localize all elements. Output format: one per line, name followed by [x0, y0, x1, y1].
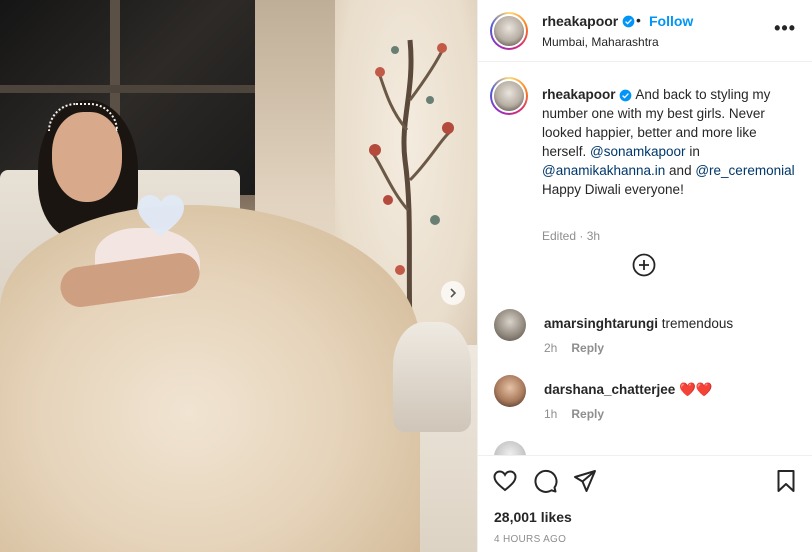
comments-scroll-area[interactable]: rheakapoor And back to styling my number… [478, 63, 812, 455]
comment-meta: 1h Reply [544, 407, 604, 421]
follow-button[interactable]: Follow [649, 13, 693, 29]
comment-button[interactable] [532, 468, 558, 494]
author-username-row: rheakapoor [542, 13, 635, 29]
post-side-panel: rheakapoor • Follow Mumbai, Maharashtra … [477, 0, 812, 552]
separator-dot: • [636, 12, 641, 28]
carousel-next-button[interactable] [441, 281, 465, 305]
chevron-right-icon [450, 288, 457, 298]
like-button[interactable] [492, 468, 518, 494]
commenter-avatar[interactable] [494, 441, 526, 455]
post-location[interactable]: Mumbai, Maharashtra [542, 35, 659, 49]
photo-window-frame [0, 85, 260, 93]
comment-time: 1h [544, 407, 558, 421]
post-actions: 28,001 likes 4 HOURS AGO [478, 455, 812, 552]
caption-body: Happy Diwali everyone! [542, 182, 684, 197]
commenter-username[interactable]: amarsinghtarungi [544, 316, 658, 331]
mention-link[interactable]: @sonamkapoor [590, 144, 686, 159]
share-button[interactable] [572, 468, 598, 494]
likes-count[interactable]: 28,001 likes [494, 509, 572, 525]
commenter-avatar[interactable] [494, 375, 526, 407]
bookmark-icon [777, 470, 795, 492]
comment-meta: 2h Reply [544, 341, 604, 355]
verified-badge-icon [622, 15, 635, 27]
caption-body: in [689, 144, 700, 159]
heart-icon [493, 470, 517, 492]
caption-meta: Edited · 3h [542, 229, 601, 243]
post-photo[interactable] [0, 0, 477, 552]
load-more-comments-button[interactable] [632, 253, 656, 277]
photo-dress [0, 205, 420, 552]
plus-circle-icon [632, 253, 656, 277]
commenter-username[interactable]: darshana_chatterjee [544, 382, 675, 397]
share-icon [574, 470, 596, 492]
caption-author-avatar[interactable] [490, 77, 528, 115]
comment-text: tremendous [661, 316, 734, 331]
verified-badge-icon [619, 89, 632, 102]
caption-body: and [669, 163, 692, 178]
author-username[interactable]: rheakapoor [542, 13, 618, 29]
post-header: rheakapoor • Follow Mumbai, Maharashtra … [478, 0, 812, 62]
commenter-avatar[interactable] [494, 309, 526, 341]
photo-statue [393, 322, 471, 432]
heart-sticker-icon [138, 195, 184, 236]
caption-username[interactable]: rheakapoor [542, 87, 616, 102]
mention-link[interactable]: @anamikakhanna.in [542, 163, 665, 178]
comment-time: 2h [544, 341, 558, 355]
comment-text: ❤️❤️ [679, 382, 713, 397]
mention-link[interactable]: @re_ceremonial [695, 163, 794, 178]
more-options-icon[interactable]: ••• [774, 18, 796, 39]
reply-button[interactable]: Reply [571, 407, 604, 421]
post-timestamp[interactable]: 4 HOURS AGO [494, 534, 566, 545]
caption-text: rheakapoor And back to styling my number… [542, 85, 797, 199]
comment-text-row: darshana_chatterjee ❤️❤️ [544, 382, 713, 398]
comment-text-row: amarsinghtarungi tremendous [544, 316, 733, 331]
comment-icon [534, 469, 558, 493]
author-avatar[interactable] [490, 12, 528, 50]
save-button[interactable] [773, 468, 799, 494]
reply-button[interactable]: Reply [571, 341, 604, 355]
